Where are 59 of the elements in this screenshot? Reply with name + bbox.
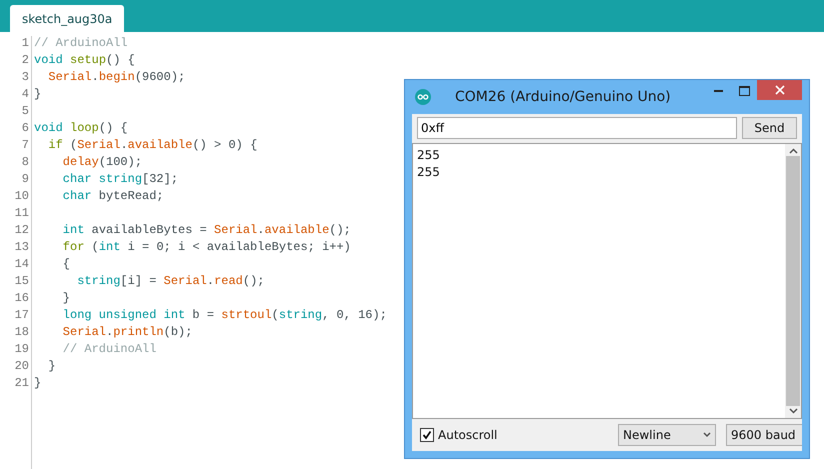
line-number: 8 (22, 155, 29, 171)
maximize-icon (738, 86, 750, 96)
output-line: 255 (417, 164, 440, 181)
autoscroll-checkbox[interactable] (420, 428, 434, 442)
code-line: delay(100); (62, 155, 144, 171)
line-number: 16 (14, 291, 29, 307)
code-line: char byteRead; (62, 189, 165, 205)
line-number: 6 (22, 121, 29, 137)
arduino-logo-icon (415, 89, 431, 105)
line-number: 21 (14, 376, 29, 392)
code-line: if (Serial.available() > 0) { (47, 138, 258, 154)
line-number: 3 (22, 70, 29, 86)
line-ending-dropdown[interactable]: Newline (618, 424, 716, 446)
line-number: 11 (14, 206, 29, 222)
line-number: 9 (22, 172, 29, 188)
line-number: 20 (14, 359, 29, 375)
code-line: Serial.begin(9600); (47, 70, 186, 86)
code-line: } (47, 359, 57, 375)
close-icon (774, 85, 784, 95)
code-line: { (62, 257, 72, 273)
line-number: 17 (14, 308, 29, 324)
scroll-up-icon[interactable] (788, 148, 798, 154)
code-line: // ArduinoAll (34, 36, 129, 52)
code-line: // ArduinoAll (62, 342, 158, 358)
line-number: 4 (22, 87, 29, 103)
code-line: string[i] = Serial.read(); (76, 274, 266, 290)
output-line: 255 (417, 147, 440, 164)
line-number: 15 (14, 274, 29, 290)
window-title: COM26 (Arduino/Genuino Uno) (455, 89, 672, 105)
code-line: char string[32]; (62, 172, 180, 188)
line-number: 19 (14, 342, 29, 358)
line-number: 12 (14, 223, 29, 239)
code-line: Serial.println(b); (62, 325, 194, 341)
editor-tab[interactable]: sketch_aug30a (10, 5, 124, 32)
code-line: long unsigned int b = strtoul(string, 0, 16); (62, 308, 387, 324)
line-number: 14 (14, 257, 29, 273)
close-button[interactable] (757, 80, 802, 100)
code-line: } (34, 376, 42, 392)
scroll-down-icon[interactable] (788, 408, 798, 414)
message-input[interactable]: 0xff (417, 117, 737, 139)
minimize-icon (714, 90, 722, 92)
line-number: 1 (22, 36, 29, 52)
autoscroll-label: Autoscroll (438, 428, 498, 442)
code-line: } (62, 291, 72, 307)
code-line: } (34, 87, 42, 103)
line-number: 18 (14, 325, 29, 341)
code-line: void setup() { (34, 53, 136, 69)
scrollbar[interactable] (785, 144, 801, 418)
line-number: 7 (22, 138, 29, 154)
caret-icon (703, 432, 711, 438)
line-number: 13 (14, 240, 29, 256)
line-number: 2 (22, 53, 29, 69)
code-line: int availableBytes = Serial.available(); (62, 223, 352, 239)
line-number: 10 (14, 189, 29, 205)
line-number: 5 (22, 104, 29, 120)
send-button[interactable]: Send (742, 117, 797, 139)
baud-rate-dropdown[interactable]: 9600 baud (726, 424, 802, 446)
code-line: void loop() { (34, 121, 129, 137)
code-line: for (int i = 0; i < availableBytes; i++) (62, 240, 352, 256)
